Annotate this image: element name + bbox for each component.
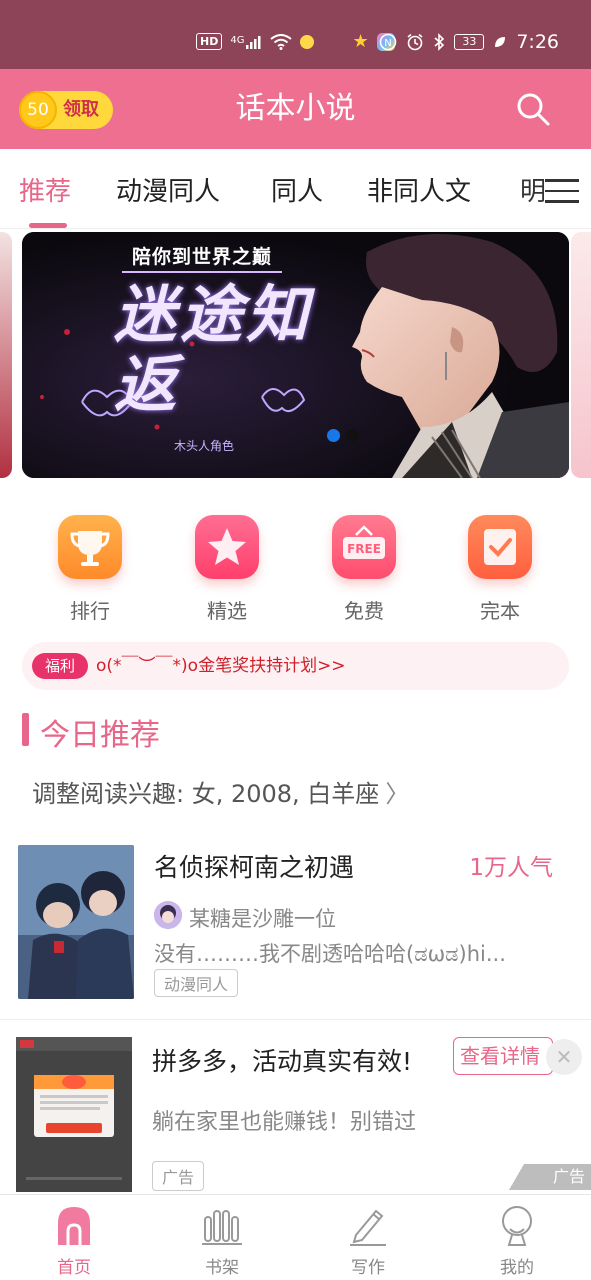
bottom-navigation: 首页 书架 写作 我的 (0, 1194, 591, 1280)
status-left: HD 4G ★ (196, 31, 395, 52)
book-popularity: 1万人气 (469, 855, 553, 881)
book-title[interactable]: 名侦探柯南之初遇 (154, 848, 354, 884)
nav-bookshelf[interactable]: 书架 (177, 1203, 267, 1278)
tab-anime-fanfic[interactable]: 动漫同人 (116, 171, 220, 208)
category-free[interactable]: FREE 免费 (329, 515, 399, 624)
tab-fanfic[interactable]: 同人 (271, 171, 323, 208)
profile-icon (495, 1203, 539, 1247)
svg-text:N: N (385, 38, 392, 49)
data-saver-icon: N (380, 33, 397, 51)
hd-indicator: HD (196, 33, 223, 50)
category-completed-label: 完本 (480, 599, 520, 623)
banner-pagination (327, 429, 359, 442)
claim-coins-button[interactable]: 50 领取 (19, 91, 113, 129)
book-description: 没有………我不剧透哈哈哈(ಡωಡ)hi... (154, 942, 506, 966)
ad-description: 躺在家里也能赚钱！别错过 (152, 1110, 417, 1135)
close-icon[interactable]: ✕ (546, 1039, 582, 1075)
nav-home[interactable]: 首页 (29, 1203, 119, 1278)
category-selected[interactable]: 精选 (192, 515, 262, 624)
alarm-icon (407, 33, 423, 51)
home-icon (52, 1203, 96, 1247)
pagination-dot-active[interactable] (327, 429, 340, 442)
featured-banner[interactable]: 陪你到世界之巅 迷途知返 木头人角色 (22, 232, 569, 478)
signal-label: 4G (230, 34, 245, 46)
welfare-notice[interactable]: 福利 o(*￣︶￣*)o金笔奖扶持计划>> (22, 642, 569, 690)
app-root: HD 4G ★ N 33 7:26 话本小说 50 领取 推荐 动漫同人 同人 … (0, 0, 591, 1280)
ad-title[interactable]: 拼多多，活动真实有效! (152, 1042, 412, 1078)
nav-home-label: 首页 (57, 1258, 91, 1278)
category-completed[interactable]: 完本 (465, 515, 535, 624)
nav-profile[interactable]: 我的 (472, 1203, 562, 1278)
status-time: 7:26 (516, 31, 559, 53)
status-bar: HD 4G ★ N 33 7:26 (0, 0, 591, 69)
claim-label: 领取 (63, 99, 99, 120)
ad-view-details-button[interactable]: 查看详情 (453, 1037, 553, 1075)
banner-subtitle: 陪你到世界之巅 (122, 240, 283, 273)
notification-app-icon (300, 34, 315, 49)
signal-indicator: 4G (230, 35, 262, 49)
pagination-dot[interactable] (346, 429, 359, 442)
bluetooth-icon (434, 33, 445, 51)
section-title: 今日推荐 (40, 718, 160, 753)
star-notification-icon: ★ (352, 31, 369, 52)
welfare-badge: 福利 (32, 653, 88, 679)
banner-author: 木头人角色 (174, 439, 235, 453)
trophy-icon (58, 515, 122, 579)
free-sign-icon: FREE (332, 515, 396, 579)
wifi-icon (270, 33, 293, 50)
active-tab-indicator (29, 223, 67, 228)
book-cover[interactable] (18, 845, 134, 999)
bookshelf-icon (200, 1203, 244, 1247)
ad-thumbnail[interactable] (16, 1037, 132, 1192)
coin-count: 50 (19, 91, 57, 129)
status-right: N 33 7:26 (379, 31, 559, 53)
nav-writing[interactable]: 写作 (323, 1203, 413, 1278)
check-book-icon (468, 515, 532, 579)
reading-preference-link[interactable]: 调整阅读兴趣: 女, 2008, 白羊座〉 (32, 774, 409, 809)
category-selected-label: 精选 (207, 599, 247, 623)
welfare-text: o(*￣︶￣*)o金笔奖扶持计划>> (96, 656, 346, 676)
banner-next-peek[interactable] (571, 232, 591, 478)
reading-preference-text: 调整阅读兴趣: 女, 2008, 白羊座 (32, 780, 380, 808)
author-name[interactable]: 某糖是沙雕一位 (189, 903, 336, 933)
category-tab-bar: 推荐 动漫同人 同人 非同人文 明 (0, 149, 591, 229)
list-divider (0, 1019, 591, 1020)
tab-original[interactable]: 非同人文 (367, 171, 471, 208)
nav-profile-label: 我的 (500, 1258, 534, 1278)
svg-text:FREE: FREE (347, 542, 381, 556)
app-header: 话本小说 50 领取 (0, 69, 591, 149)
banner-title: 迷途知返 (114, 278, 313, 421)
author-avatar[interactable] (154, 901, 182, 929)
chevron-right-icon: 〉 (385, 780, 410, 808)
category-ranking[interactable]: 排行 (55, 515, 125, 624)
banner-prev-peek[interactable] (0, 232, 12, 478)
nav-writing-label: 写作 (351, 1258, 385, 1278)
category-ranking-label: 排行 (70, 599, 110, 623)
leaf-icon (495, 37, 506, 47)
star-icon (195, 515, 259, 579)
category-free-label: 免费 (344, 599, 384, 623)
pencil-icon (346, 1203, 390, 1247)
ad-corner-mark: 广告 (506, 1164, 591, 1190)
battery-indicator: 33 (454, 34, 485, 50)
signal-bars-icon (246, 35, 261, 49)
book-genre-tag: 动漫同人 (154, 969, 239, 997)
tab-partial[interactable]: 明 (520, 171, 544, 207)
nav-bookshelf-label: 书架 (205, 1258, 239, 1278)
search-icon[interactable] (515, 91, 551, 127)
tab-menu-icon[interactable] (545, 179, 579, 203)
ad-tag: 广告 (152, 1161, 205, 1191)
tab-recommend[interactable]: 推荐 (19, 171, 71, 208)
section-accent-bar (22, 713, 29, 746)
